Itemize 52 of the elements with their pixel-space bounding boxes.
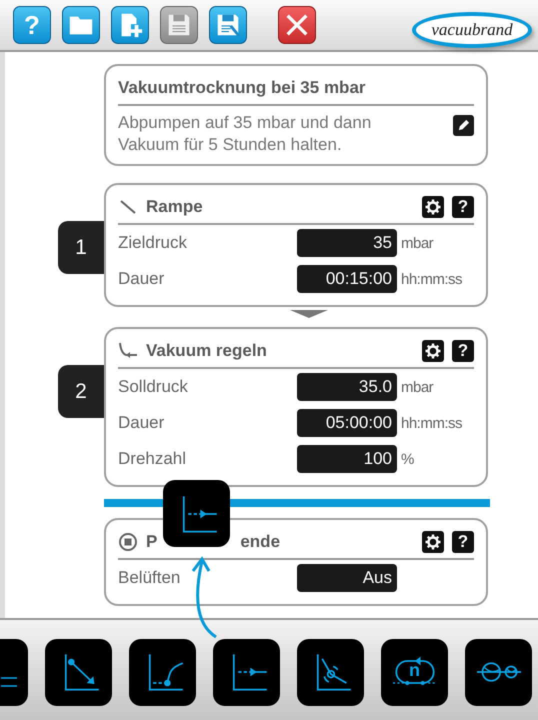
unit-label: hh:mm:ss: [401, 414, 462, 432]
edit-button[interactable]: [453, 115, 474, 136]
step-tile[interactable]: [45, 638, 112, 706]
gear-icon: [425, 343, 441, 359]
open-button[interactable]: [62, 6, 100, 44]
field-label: Dauer: [118, 269, 166, 289]
connector-arrow: [290, 310, 328, 318]
settings-button[interactable]: [422, 531, 444, 553]
program-title: Vakuumtrocknung bei 35 mbar: [118, 78, 366, 98]
step-title: P: [146, 532, 158, 552]
field-label: Solldruck: [118, 377, 189, 397]
description-text: Abpumpen auf 35 mbar und dann Vakuum für 5 Stunden halten.: [118, 112, 372, 156]
close-button[interactable]: [278, 6, 316, 44]
step-title: Rampe: [146, 197, 203, 217]
step-number: 1: [58, 221, 104, 274]
hold-curve-icon: [118, 341, 138, 361]
save-as-button[interactable]: [209, 6, 247, 44]
field-label: Drehzahl: [118, 449, 188, 469]
step-title: Vakuum regeln: [146, 341, 267, 361]
stop-circle-icon: [118, 532, 138, 552]
lines-icon: [0, 677, 16, 687]
settings-button[interactable]: [422, 340, 444, 362]
help-button[interactable]: ?: [452, 196, 474, 218]
step-tile[interactable]: n: [381, 638, 448, 706]
help-button[interactable]: ?: [452, 340, 474, 362]
unit-label: mbar: [401, 234, 434, 252]
step-title: ende: [240, 532, 280, 552]
value-field[interactable]: 05:00:00: [297, 409, 397, 437]
value-field[interactable]: 35.0: [297, 373, 397, 401]
value-field[interactable]: 35: [297, 229, 397, 257]
settings-button[interactable]: [422, 196, 444, 218]
pencil-icon: [457, 119, 470, 132]
dragged-step-tile[interactable]: [163, 480, 230, 547]
unit-label: hh:mm:ss: [401, 270, 462, 288]
gear-icon: [425, 199, 441, 215]
step-number: 2: [58, 365, 104, 418]
gear-icon: [425, 534, 441, 550]
new-button[interactable]: [111, 6, 149, 44]
field-label: Belüften: [118, 568, 182, 588]
step-tile[interactable]: [129, 638, 196, 706]
value-field[interactable]: 100: [297, 445, 397, 473]
value-field[interactable]: 00:15:00: [297, 265, 397, 293]
step-tile[interactable]: [213, 638, 280, 706]
step-tile[interactable]: [297, 638, 364, 706]
step-tile[interactable]: [465, 638, 532, 706]
value-field[interactable]: Aus: [297, 564, 397, 592]
logo: vacuubrand: [412, 12, 532, 48]
field-label: Dauer: [118, 413, 166, 433]
field-label: Zieldruck: [118, 233, 188, 253]
help-button[interactable]: ?: [452, 531, 474, 553]
unit-label: mbar: [401, 378, 434, 396]
unit-label: %: [401, 450, 414, 468]
